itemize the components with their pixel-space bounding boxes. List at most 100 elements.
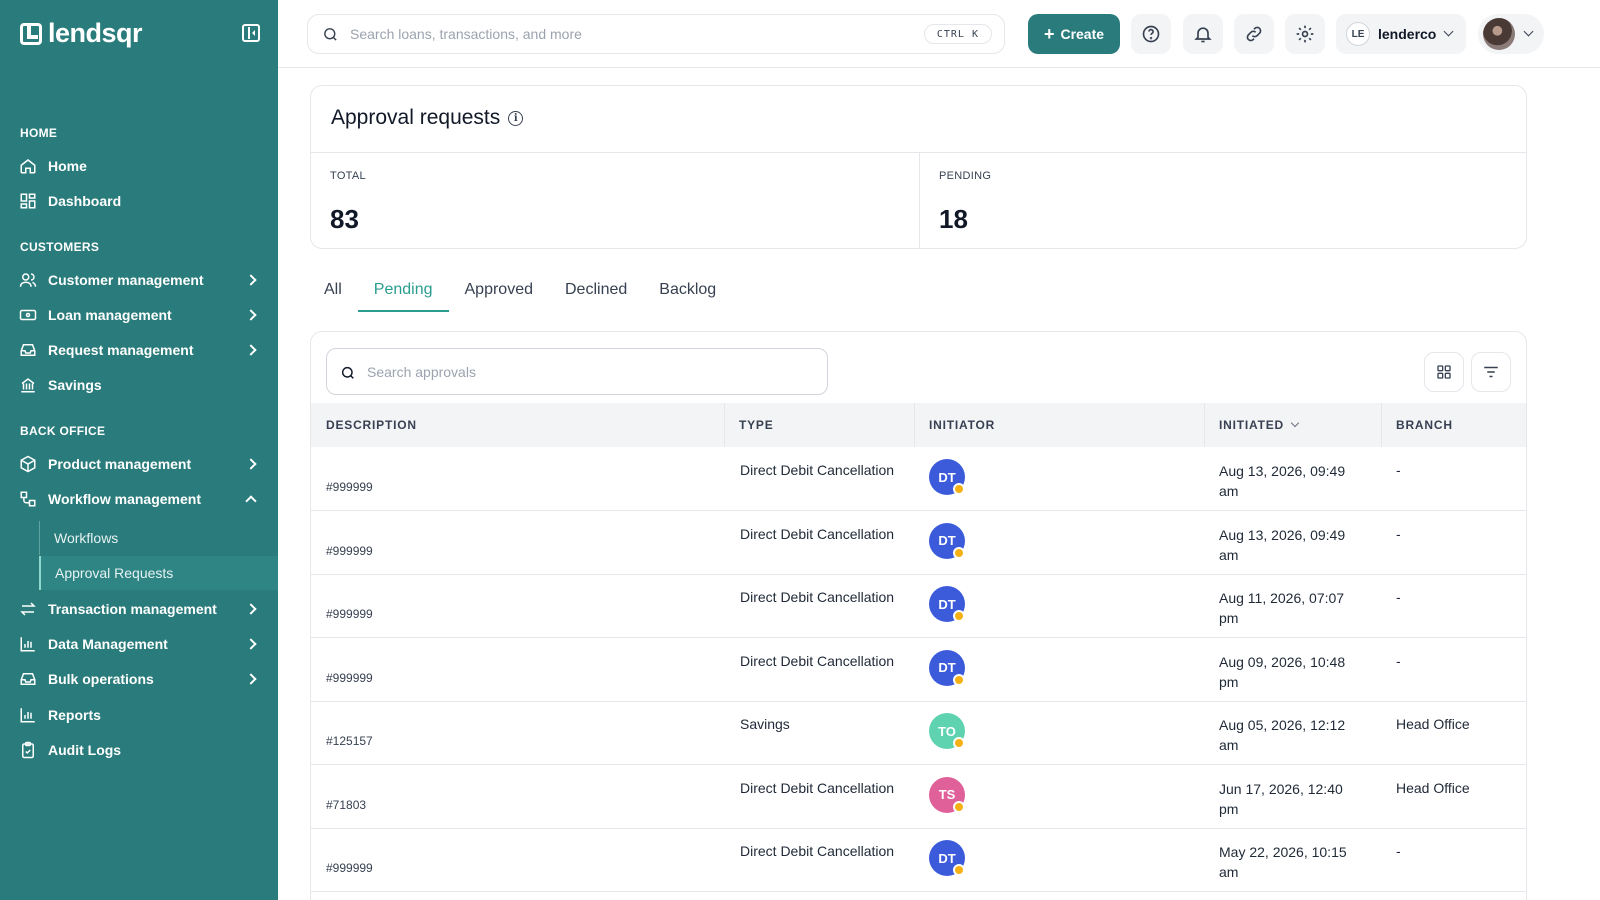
grid-view-button[interactable] bbox=[1424, 352, 1464, 392]
chevron-right-icon bbox=[245, 458, 257, 470]
sidebar-item-home[interactable]: Home bbox=[0, 149, 278, 183]
branch-name: - bbox=[1396, 462, 1401, 478]
tab-declined[interactable]: Declined bbox=[549, 270, 643, 312]
initiator-avatar[interactable]: TO bbox=[929, 713, 965, 749]
sidebar-item-request-management[interactable]: Request management bbox=[0, 333, 278, 367]
table-row[interactable]: #999999 Direct Debit Cancellation DT Aug 09… bbox=[311, 638, 1526, 702]
box-icon bbox=[18, 454, 38, 474]
info-icon[interactable]: i bbox=[508, 110, 524, 126]
search-icon bbox=[340, 365, 356, 384]
bell-icon bbox=[1194, 27, 1212, 43]
search-shortcut-badge: CTRL K bbox=[923, 24, 992, 44]
initiated-date: Aug 13, 2026, 09:49 am bbox=[1219, 525, 1369, 565]
initiated-date-line1: Aug 11, 2026, 07:07 bbox=[1219, 590, 1345, 606]
stat-pending-value: 18 bbox=[939, 204, 968, 234]
home-icon bbox=[18, 156, 38, 176]
sidebar-item-label: Product management bbox=[48, 456, 192, 472]
table-row[interactable]: #999999 Direct Debit Cancellation DT Aug 13… bbox=[311, 511, 1526, 575]
initiator-avatar[interactable]: TS bbox=[929, 776, 965, 813]
stat-total-label: TOTAL bbox=[330, 170, 366, 182]
column-initiator[interactable]: INITIATOR bbox=[929, 403, 995, 447]
stat-pending-label: PENDING bbox=[939, 170, 992, 182]
chevron-right-icon bbox=[245, 309, 257, 321]
transfer-icon bbox=[18, 599, 38, 619]
sidebar: lendsqr HOME Home Dashboard CUSTOMERS Cu… bbox=[0, 0, 278, 900]
search-icon bbox=[322, 26, 339, 46]
chevron-right-icon bbox=[245, 673, 257, 685]
sidebar-item-label: Transaction management bbox=[48, 601, 217, 617]
initiated-date-line2: pm bbox=[1219, 800, 1239, 817]
settings-button[interactable] bbox=[1285, 14, 1325, 54]
sidebar-item-audit-logs[interactable]: Audit Logs bbox=[0, 733, 278, 767]
sidebar-item-bulk-operations[interactable]: Bulk operations bbox=[0, 662, 278, 696]
approval-id: #999999 bbox=[326, 670, 373, 685]
initiator-avatar[interactable]: DT bbox=[929, 522, 965, 559]
initiated-date: Aug 09, 2026, 10:48 pm bbox=[1219, 652, 1369, 692]
column-separator bbox=[914, 403, 915, 447]
sidebar-item-data-management[interactable]: Data Management bbox=[0, 627, 278, 661]
initiator-avatar[interactable]: DT bbox=[929, 586, 965, 622]
initiated-date: Aug 13, 2026, 09:49 am bbox=[1219, 461, 1369, 501]
column-type[interactable]: TYPE bbox=[739, 403, 774, 447]
tab-all[interactable]: All bbox=[310, 270, 358, 312]
chevron-up-icon bbox=[245, 495, 257, 507]
gear-icon bbox=[1296, 25, 1314, 43]
global-search-placeholder: Search loans, transactions, and more bbox=[350, 26, 582, 42]
column-initiated[interactable]: INITIATED bbox=[1219, 403, 1300, 447]
tab-approved[interactable]: Approved bbox=[449, 270, 550, 312]
help-button[interactable] bbox=[1131, 14, 1171, 54]
approval-stats-card: Approval requests i TOTAL 83 PENDING 18 bbox=[310, 85, 1527, 249]
sidebar-item-savings[interactable]: Savings bbox=[0, 368, 278, 402]
status-tabs: All Pending Approved Declined Backlog bbox=[310, 270, 732, 312]
table-row[interactable]: #999999 Direct Debit Cancellation DT Aug 13… bbox=[311, 447, 1526, 511]
initiated-date: Jun 17, 2026, 12:40 pm bbox=[1219, 779, 1369, 819]
sidebar-subitem-approval-requests[interactable]: Approval Requests bbox=[39, 556, 278, 590]
branch-name: - bbox=[1396, 589, 1401, 605]
table-header: DESCRIPTION TYPE INITIATOR INITIATED BRA… bbox=[311, 403, 1526, 447]
initiated-date-line1: Aug 09, 2026, 10:48 bbox=[1219, 653, 1346, 670]
search-approvals-input[interactable]: Search approvals bbox=[326, 348, 828, 395]
user-menu-button[interactable] bbox=[1478, 14, 1544, 54]
initiated-date-line2: am bbox=[1219, 864, 1239, 880]
table-row[interactable]: #999999 Direct Debit Cancellation DT May 22… bbox=[311, 828, 1526, 892]
column-branch[interactable]: BRANCH bbox=[1396, 403, 1453, 447]
org-name: lenderco bbox=[1378, 26, 1437, 42]
initiator-avatar[interactable]: DT bbox=[929, 840, 965, 876]
sidebar-item-label: Reports bbox=[48, 707, 101, 723]
sidebar-item-customer-management[interactable]: Customer management bbox=[0, 263, 278, 297]
create-button[interactable]: + Create bbox=[1028, 14, 1120, 54]
initiator-avatar[interactable]: DT bbox=[929, 459, 965, 495]
sidebar-collapse-icon[interactable] bbox=[242, 24, 260, 42]
sidebar-item-reports[interactable]: Reports bbox=[0, 698, 278, 732]
filter-button[interactable] bbox=[1471, 352, 1511, 392]
inbox-icon bbox=[18, 669, 38, 689]
chevron-right-icon bbox=[245, 274, 257, 286]
initiator-avatar[interactable]: DT bbox=[929, 649, 965, 686]
sidebar-subitem-workflows[interactable]: Workflows bbox=[39, 521, 278, 555]
table-row[interactable]: #999999 Direct Debit Cancellation DT Aug 11… bbox=[311, 574, 1526, 638]
table-row[interactable]: #71803 Direct Debit Cancellation TS Jun 17,… bbox=[311, 765, 1526, 829]
approval-id: #125157 bbox=[326, 734, 373, 748]
global-search-input[interactable]: Search loans, transactions, and more CTR… bbox=[307, 14, 1005, 54]
sidebar-item-label: Loan management bbox=[48, 307, 172, 323]
sidebar-item-workflow-management[interactable]: Workflow management bbox=[0, 482, 278, 516]
approvals-table-card: Search approvals DESCRIPTION TYPE INITIA… bbox=[310, 331, 1527, 900]
tab-backlog[interactable]: Backlog bbox=[643, 270, 732, 312]
sidebar-item-transaction-management[interactable]: Transaction management bbox=[0, 592, 278, 626]
approval-id: #999999 bbox=[326, 480, 373, 494]
column-description[interactable]: DESCRIPTION bbox=[326, 403, 417, 447]
section-home: HOME bbox=[20, 126, 58, 140]
tab-pending[interactable]: Pending bbox=[357, 270, 449, 312]
sidebar-item-loan-management[interactable]: Loan management bbox=[0, 298, 278, 332]
grid-icon bbox=[1437, 365, 1451, 379]
branch-name: Head Office bbox=[1396, 779, 1470, 796]
sidebar-item-product-management[interactable]: Product management bbox=[0, 447, 278, 481]
sidebar-item-dashboard[interactable]: Dashboard bbox=[0, 184, 278, 218]
notifications-button[interactable] bbox=[1183, 14, 1223, 54]
table-row[interactable]: #125157 Savings TO Aug 05, 2026, 12:12 am Hea… bbox=[311, 701, 1526, 765]
brand-logo[interactable]: lendsqr bbox=[20, 18, 143, 49]
approval-id: #999999 bbox=[326, 861, 373, 875]
link-button[interactable] bbox=[1234, 14, 1274, 54]
approval-type: Direct Debit Cancellation bbox=[740, 525, 895, 542]
organization-switcher[interactable]: LE lenderco bbox=[1336, 14, 1466, 54]
